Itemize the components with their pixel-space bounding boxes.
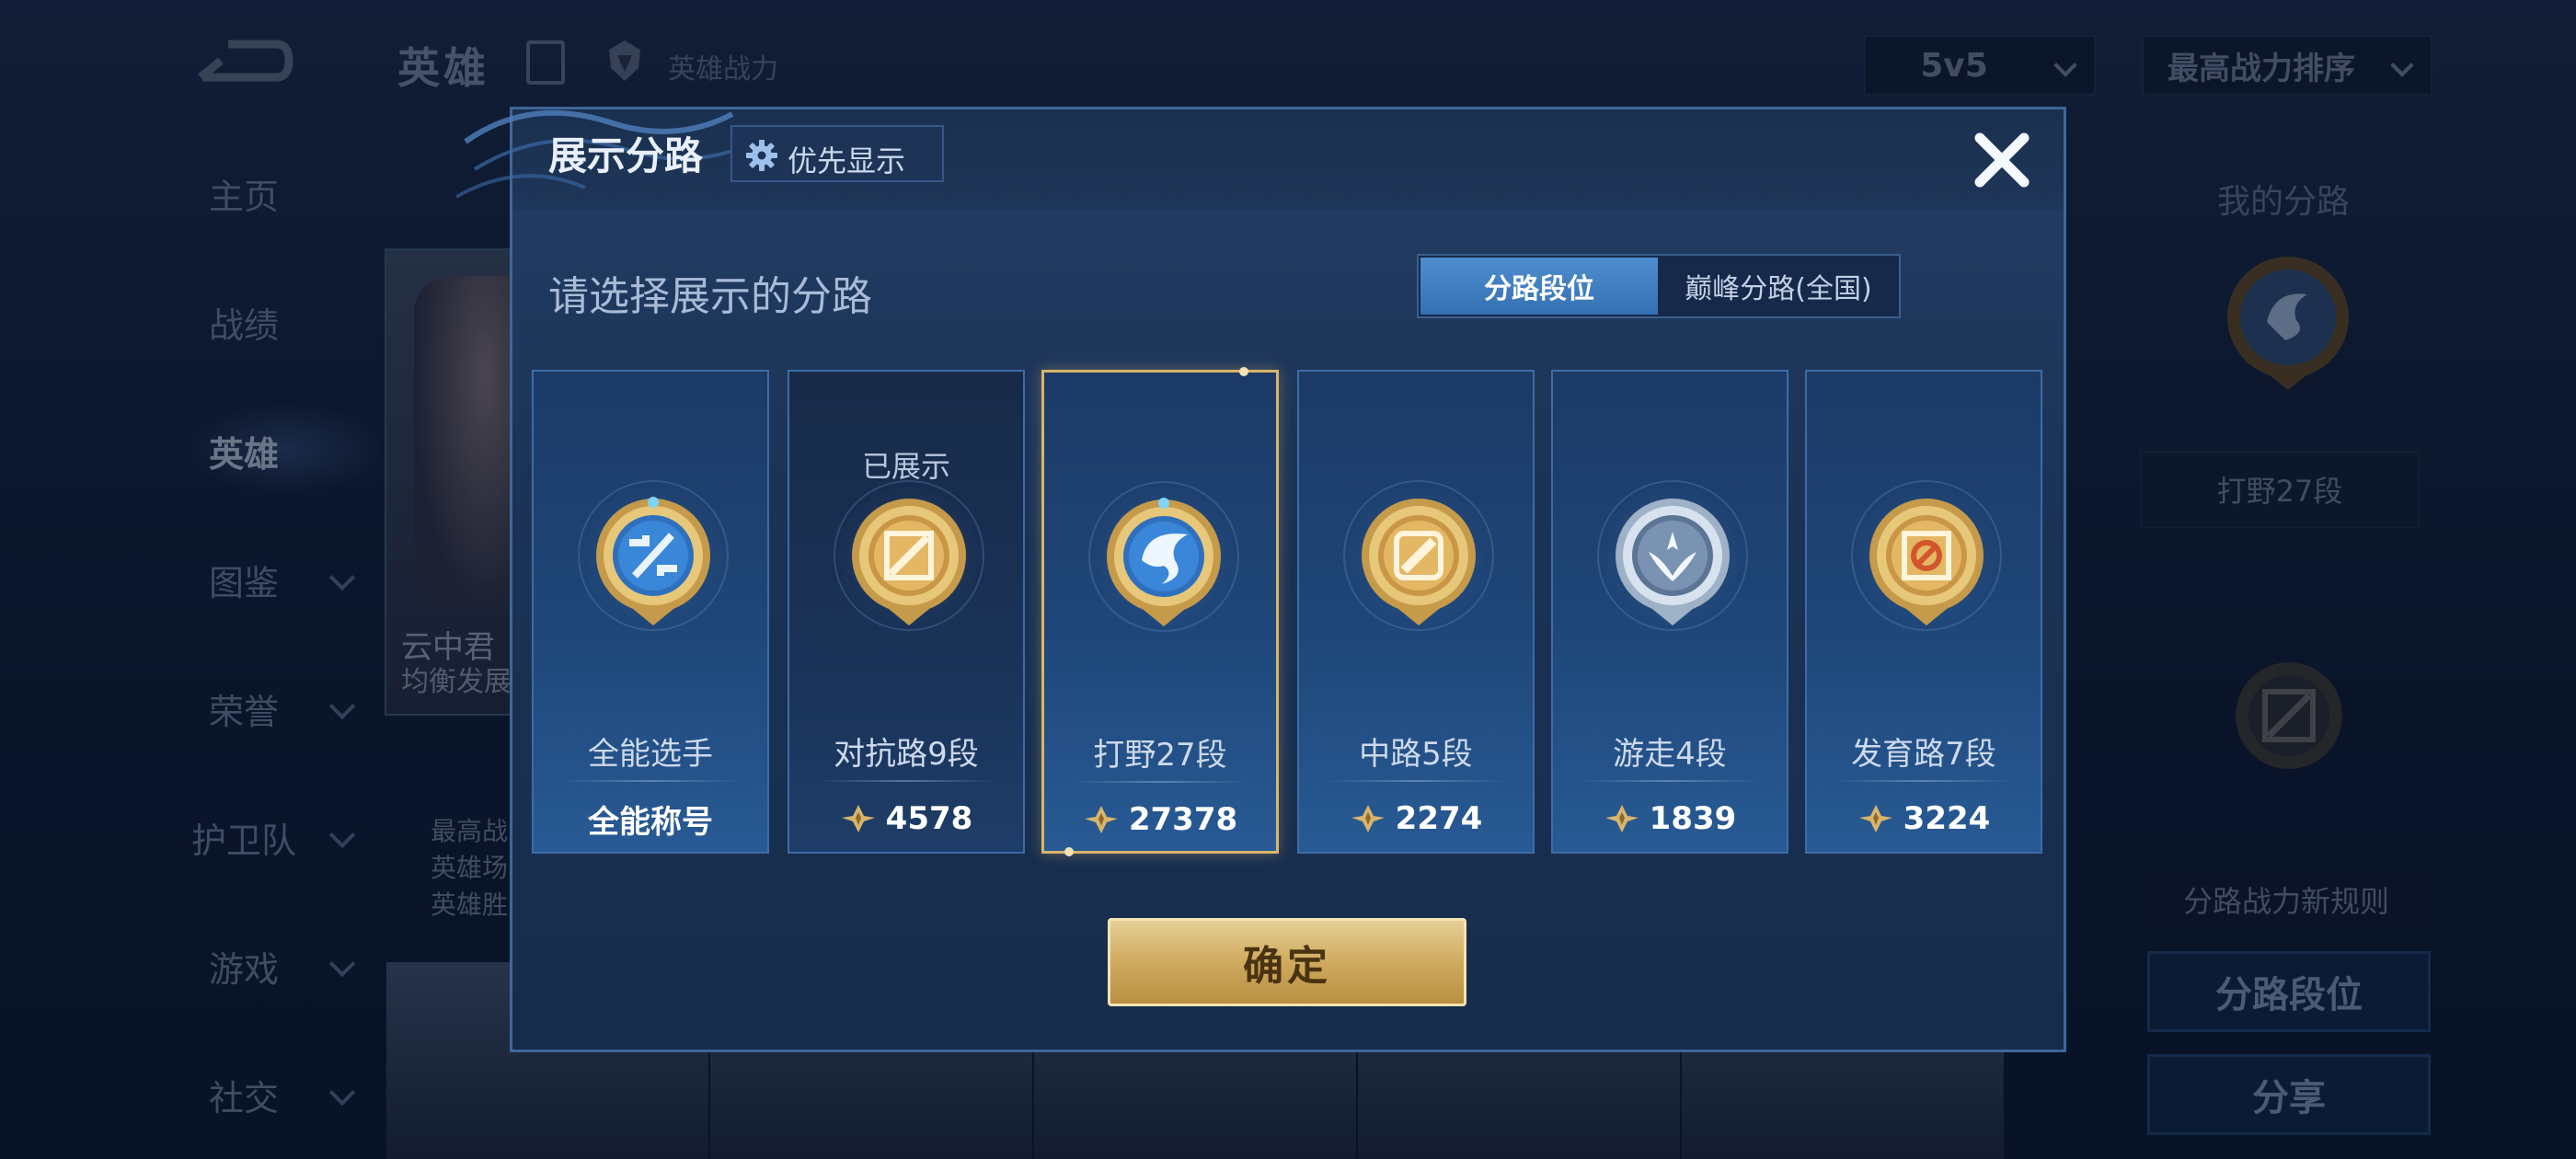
modal-title: 展示分路 <box>548 133 704 178</box>
lane-rank-name: 对抗路9段 <box>834 736 979 773</box>
lane-power-text: 3224 <box>1903 800 1991 837</box>
power-icon <box>1351 805 1385 832</box>
lane-card-farm[interactable]: 发育路7段 3224 <box>1805 370 2042 854</box>
roam-badge-icon <box>1616 499 1730 625</box>
lane-power-value: 1839 <box>1553 793 1787 844</box>
lane-power-value: 3224 <box>1807 793 2041 844</box>
lane-power-text: 2274 <box>1395 800 1483 837</box>
lane-rank-name: 发育路7段 <box>1851 736 1996 773</box>
farm-badge-icon <box>1869 499 1984 625</box>
priority-display-label: 优先显示 <box>788 143 906 178</box>
modal-subtitle: 请选择展示的分路 <box>548 273 872 320</box>
lane-power-value: 全能称号 <box>534 793 767 844</box>
lane-power-text: 1839 <box>1649 800 1737 837</box>
lane-power-value: 27378 <box>1044 794 1276 845</box>
lane-card-clash[interactable]: 已展示 对抗路9段 4578 <box>788 370 1025 854</box>
lane-rank-name: 游走4段 <box>1613 736 1727 773</box>
mid-badge-icon <box>1362 499 1476 625</box>
lane-rank-name: 全能选手 <box>588 736 713 773</box>
tab-peak-lane[interactable]: 巅峰分路(全国) <box>1660 258 1897 315</box>
selection-corner-dot <box>1064 847 1074 856</box>
power-icon <box>1858 805 1892 832</box>
divider <box>817 780 995 782</box>
gear-icon <box>746 140 777 171</box>
lane-power-text: 全能称号 <box>588 803 713 841</box>
rank-type-tabs: 分路段位 巅峰分路(全国) <box>1417 254 1901 318</box>
all-round-badge-icon <box>596 497 710 625</box>
priority-display-button[interactable]: 优先显示 <box>730 125 944 182</box>
clash-badge-icon <box>852 499 966 625</box>
lane-power-text: 27378 <box>1128 801 1238 838</box>
close-icon[interactable] <box>1967 125 2037 195</box>
tab-lane-rank[interactable]: 分路段位 <box>1420 258 1658 315</box>
power-icon <box>1084 806 1118 833</box>
divider <box>1327 780 1505 782</box>
confirm-button[interactable]: 确定 <box>1108 918 1466 1006</box>
divider <box>561 780 740 782</box>
lane-rank-name: 中路5段 <box>1359 736 1473 773</box>
divider <box>1834 780 2013 782</box>
divider <box>1072 781 1248 783</box>
selection-corner-dot <box>1239 367 1248 376</box>
lane-rank-name: 打野27段 <box>1093 737 1227 774</box>
jungle-badge-icon <box>1107 498 1221 626</box>
lane-card-mid[interactable]: 中路5段 2274 <box>1297 370 1535 854</box>
lane-power-text: 4578 <box>885 800 973 837</box>
power-icon <box>1604 805 1639 832</box>
lane-power-value: 4578 <box>789 793 1023 844</box>
lane-card-all-round[interactable]: 全能选手 全能称号 <box>532 370 769 854</box>
lane-card-jungle[interactable]: 打野27段 27378 <box>1041 367 1279 856</box>
divider <box>1581 780 1759 782</box>
power-icon <box>841 805 875 832</box>
lane-card-roam[interactable]: 游走4段 1839 <box>1551 370 1788 854</box>
lane-power-value: 2274 <box>1299 793 1533 844</box>
